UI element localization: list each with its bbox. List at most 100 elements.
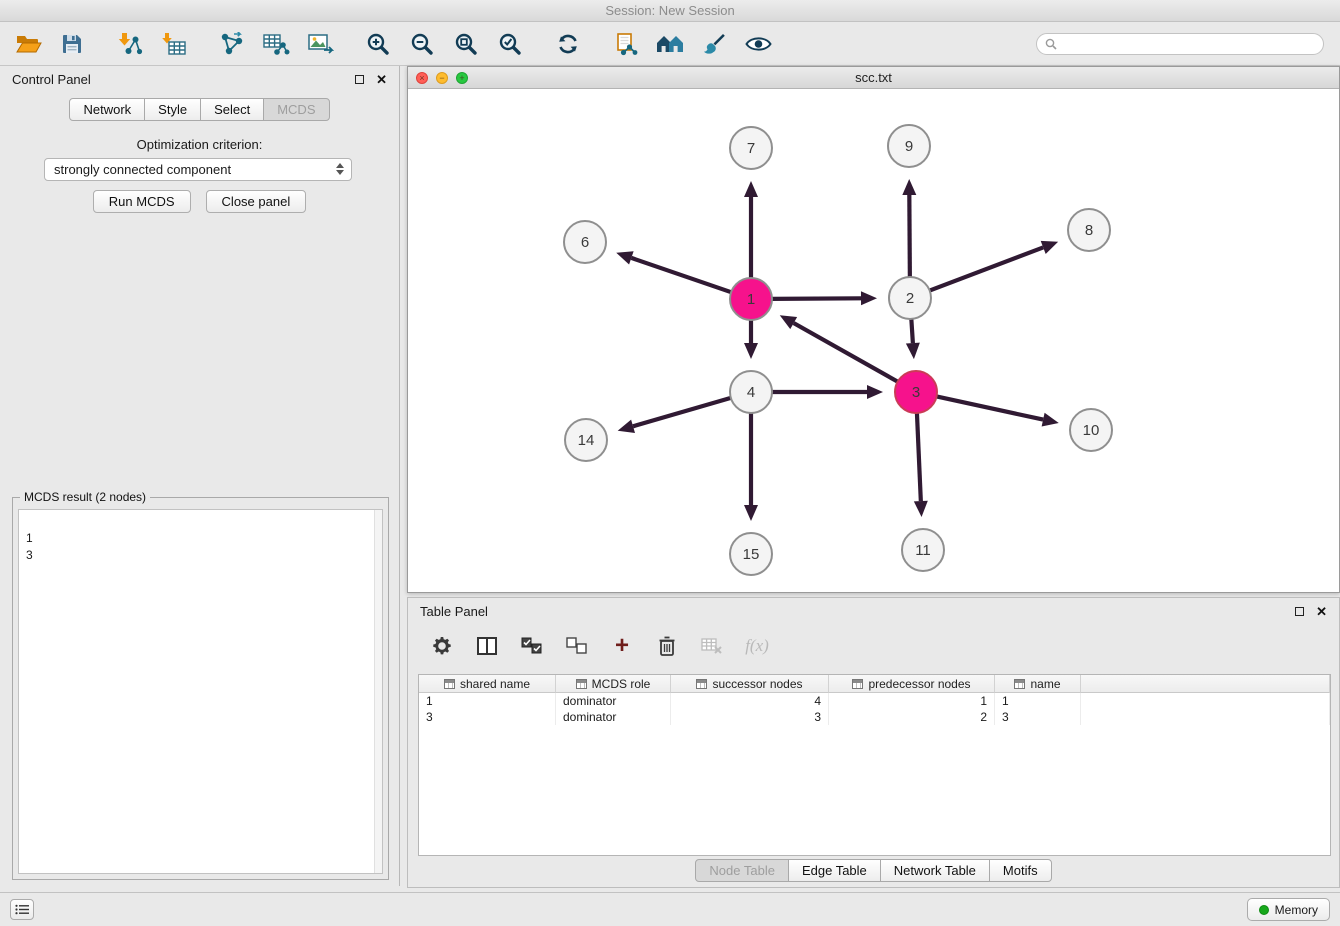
- graph-node-label: 15: [743, 546, 760, 563]
- close-table-panel-icon[interactable]: ✕: [1316, 605, 1327, 618]
- graph-edge[interactable]: [794, 323, 898, 382]
- close-panel-button[interactable]: Close panel: [206, 190, 307, 213]
- export-image-button[interactable]: [304, 29, 336, 59]
- tab-edge-table[interactable]: Edge Table: [788, 859, 881, 882]
- float-table-panel-icon[interactable]: [1295, 607, 1304, 616]
- clone-network-button[interactable]: [610, 29, 642, 59]
- zoom-in-icon: [366, 32, 390, 56]
- graph-edge[interactable]: [633, 398, 731, 426]
- table-cell[interactable]: 4: [671, 693, 829, 709]
- open-session-button[interactable]: [12, 29, 44, 59]
- function-builder-button[interactable]: f(x): [743, 633, 771, 659]
- graph-node[interactable]: 9: [888, 125, 930, 167]
- delete-table-button[interactable]: [698, 633, 726, 659]
- graph-node[interactable]: 1: [730, 278, 772, 320]
- column-header[interactable]: shared name: [419, 675, 556, 693]
- new-network-button[interactable]: [216, 29, 248, 59]
- network-window-titlebar[interactable]: × − + scc.txt: [408, 67, 1339, 89]
- graph-node[interactable]: 8: [1068, 209, 1110, 251]
- table-cell-filler: [1081, 693, 1330, 709]
- graph-edge-arrow-icon: [1041, 241, 1058, 254]
- graph-node[interactable]: 10: [1070, 409, 1112, 451]
- network-table-button[interactable]: [260, 29, 292, 59]
- graph-node[interactable]: 2: [889, 277, 931, 319]
- deselect-all-rows-button[interactable]: [563, 633, 591, 659]
- window-title: Session: New Session: [605, 3, 734, 18]
- graph-edge-arrow-icon: [867, 385, 883, 399]
- import-table-button[interactable]: [158, 29, 190, 59]
- checked-boxes-icon: [521, 637, 543, 655]
- window-controls: × − +: [416, 72, 468, 84]
- table-cell[interactable]: 3: [419, 709, 556, 725]
- graph-edge[interactable]: [930, 247, 1044, 290]
- table-cell[interactable]: 1: [829, 693, 995, 709]
- close-window-icon[interactable]: ×: [416, 72, 428, 84]
- column-header[interactable]: name: [995, 675, 1081, 693]
- import-network-button[interactable]: [114, 29, 146, 59]
- table-settings-button[interactable]: [428, 633, 456, 659]
- zoom-selected-button[interactable]: [494, 29, 526, 59]
- show-column-panel-button[interactable]: [473, 633, 501, 659]
- graph-edge[interactable]: [937, 396, 1044, 419]
- graph-node-label: 10: [1083, 422, 1100, 439]
- memory-button[interactable]: Memory: [1247, 898, 1330, 921]
- homes-icon: [656, 33, 685, 55]
- table-cell[interactable]: 3: [671, 709, 829, 725]
- close-panel-icon[interactable]: ✕: [376, 73, 387, 86]
- table-cell[interactable]: 1: [419, 693, 556, 709]
- table-cell[interactable]: dominator: [556, 693, 671, 709]
- graph-node[interactable]: 4: [730, 371, 772, 413]
- graph-edge[interactable]: [631, 258, 731, 292]
- run-mcds-button[interactable]: Run MCDS: [93, 190, 191, 213]
- select-all-rows-button[interactable]: [518, 633, 546, 659]
- graph-node[interactable]: 6: [564, 221, 606, 263]
- column-header-label: name: [1030, 677, 1060, 691]
- save-session-button[interactable]: [56, 29, 88, 59]
- zoom-in-button[interactable]: [362, 29, 394, 59]
- graph-edge-arrow-icon: [861, 291, 877, 305]
- table-cell[interactable]: 3: [995, 709, 1081, 725]
- column-header[interactable]: MCDS role: [556, 675, 671, 693]
- graph-node[interactable]: 15: [730, 533, 772, 575]
- table-cell[interactable]: dominator: [556, 709, 671, 725]
- tab-node-table[interactable]: Node Table: [695, 859, 789, 882]
- graph-node[interactable]: 3: [895, 371, 937, 413]
- toolbar-search[interactable]: [1036, 33, 1324, 55]
- home-views-button[interactable]: [654, 29, 686, 59]
- zoom-fit-button[interactable]: [450, 29, 482, 59]
- style-brush-button[interactable]: [698, 29, 730, 59]
- graph-node[interactable]: 7: [730, 127, 772, 169]
- graph-node[interactable]: 11: [902, 529, 944, 571]
- table-panel-tabs: Node Table Edge Table Network Table Moti…: [408, 859, 1339, 882]
- network-canvas[interactable]: 7 9 6 8 1 2 4 3 14 10 15 11: [408, 90, 1339, 592]
- apply-layout-button[interactable]: [552, 29, 584, 59]
- add-column-button[interactable]: +: [608, 633, 636, 659]
- tab-select[interactable]: Select: [200, 98, 264, 121]
- tab-motifs[interactable]: Motifs: [989, 859, 1052, 882]
- result-scrollbar[interactable]: [374, 510, 382, 873]
- minimize-window-icon[interactable]: −: [436, 72, 448, 84]
- maximize-window-icon[interactable]: +: [456, 72, 468, 84]
- delete-column-button[interactable]: [653, 633, 681, 659]
- graphics-details-button[interactable]: [742, 29, 774, 59]
- search-input[interactable]: [1062, 37, 1315, 51]
- tab-network-table[interactable]: Network Table: [880, 859, 990, 882]
- table-cell[interactable]: 1: [995, 693, 1081, 709]
- tab-mcds[interactable]: MCDS: [263, 98, 329, 121]
- memory-label: Memory: [1275, 903, 1318, 917]
- graph-edge[interactable]: [909, 195, 910, 277]
- control-panel-header: Control Panel ✕: [0, 66, 399, 92]
- graph-node[interactable]: 14: [565, 419, 607, 461]
- tab-style[interactable]: Style: [144, 98, 201, 121]
- column-header[interactable]: predecessor nodes: [829, 675, 995, 693]
- criterion-select[interactable]: strongly connected component: [44, 158, 352, 181]
- float-panel-icon[interactable]: [355, 75, 364, 84]
- task-history-button[interactable]: [10, 899, 34, 920]
- tab-network[interactable]: Network: [69, 98, 145, 121]
- graph-edge[interactable]: [772, 298, 861, 299]
- table-cell[interactable]: 2: [829, 709, 995, 725]
- column-header[interactable]: successor nodes: [671, 675, 829, 693]
- graph-edge[interactable]: [911, 319, 913, 343]
- zoom-out-button[interactable]: [406, 29, 438, 59]
- graph-edge[interactable]: [917, 413, 921, 501]
